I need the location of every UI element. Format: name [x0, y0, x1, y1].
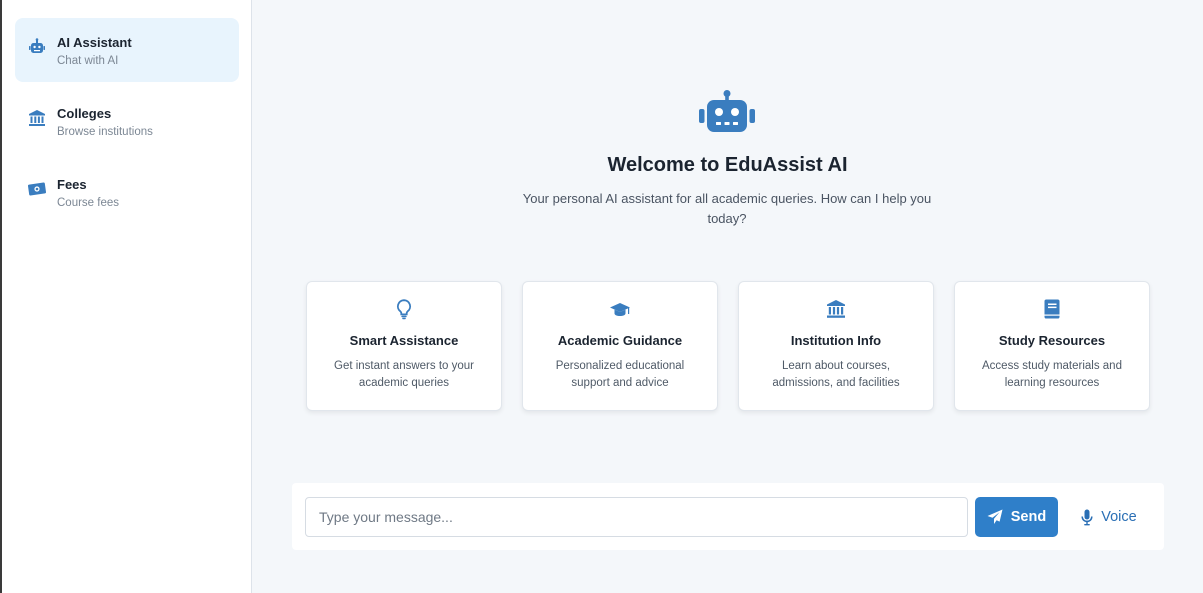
card-title: Institution Info	[790, 333, 882, 348]
sidebar: AI Assistant Chat with AI Colleges Brows…	[2, 0, 252, 593]
message-composer: Send Voice	[292, 483, 1164, 550]
sidebar-item-colleges[interactable]: Colleges Browse institutions	[15, 89, 239, 153]
money-icon	[27, 182, 47, 196]
microphone-icon	[1081, 509, 1093, 525]
feature-card-study-resources[interactable]: Study Resources Access study materials a…	[954, 281, 1150, 411]
lightbulb-icon	[396, 299, 412, 320]
feature-card-smart-assistance[interactable]: Smart Assistance Get instant answers to …	[306, 281, 502, 411]
sidebar-item-ai-assistant[interactable]: AI Assistant Chat with AI	[15, 18, 239, 82]
sidebar-item-sublabel: Browse institutions	[57, 126, 153, 138]
feature-cards: Smart Assistance Get instant answers to …	[306, 281, 1150, 411]
card-description: Access study materials and learning reso…	[982, 360, 1122, 389]
feature-card-academic-guidance[interactable]: Academic Guidance Personalized education…	[522, 281, 718, 411]
send-label: Send	[1010, 509, 1047, 525]
book-icon	[1044, 299, 1060, 319]
welcome-subtitle: Your personal AI assistant for all acade…	[522, 191, 932, 226]
card-description: Learn about courses, admissions, and fac…	[772, 360, 900, 389]
voice-label: Voice	[1101, 509, 1137, 525]
card-title: Smart Assistance	[349, 333, 459, 348]
card-title: Study Resources	[998, 333, 1106, 348]
card-description: Get instant answers to your academic que…	[334, 360, 474, 389]
robot-icon	[29, 38, 45, 53]
welcome-title: Welcome to EduAssist AI	[607, 154, 848, 176]
sidebar-item-sublabel: Course fees	[57, 197, 120, 209]
robot-icon	[699, 90, 755, 132]
feature-card-institution-info[interactable]: Institution Info Learn about courses, ad…	[738, 281, 934, 411]
chat-main: Welcome to EduAssist AI Your personal AI…	[252, 0, 1203, 593]
paper-plane-icon	[987, 509, 1003, 524]
voice-button[interactable]: Voice	[1070, 497, 1148, 537]
sidebar-item-label: Colleges	[57, 106, 112, 121]
sidebar-item-sublabel: Chat with AI	[57, 55, 119, 67]
graduation-cap-icon	[610, 303, 630, 316]
institution-icon	[29, 110, 45, 126]
app-window: AI Assistant Chat with AI Colleges Brows…	[0, 0, 1203, 593]
send-button[interactable]: Send	[975, 497, 1058, 537]
card-description: Personalized educational support and adv…	[555, 360, 685, 389]
card-title: Academic Guidance	[557, 333, 683, 348]
institution-icon	[827, 300, 845, 318]
sidebar-item-fees[interactable]: Fees Course fees	[15, 160, 239, 224]
sidebar-item-label: Fees	[57, 177, 87, 192]
message-input[interactable]	[305, 497, 968, 537]
sidebar-item-label: AI Assistant	[57, 35, 132, 50]
